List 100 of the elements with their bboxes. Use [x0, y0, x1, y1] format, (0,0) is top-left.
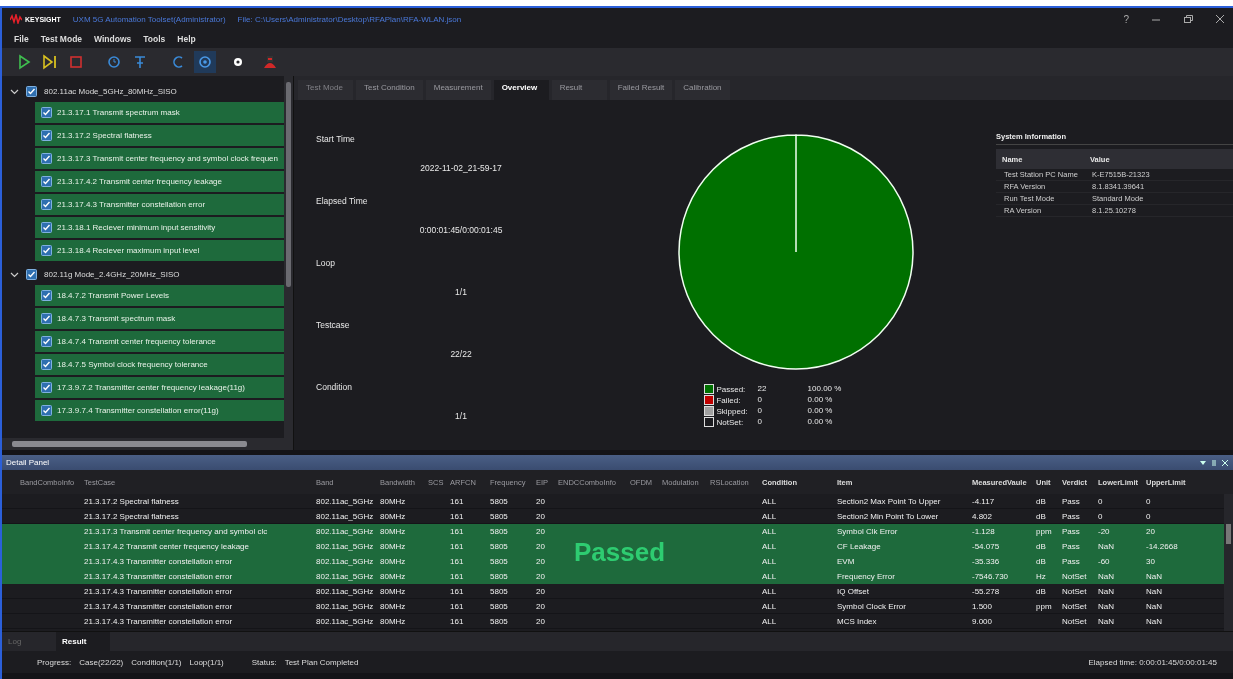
table-cell-text: 80MHz — [380, 601, 407, 611]
tree-item[interactable]: 21.3.17.4.2 Transmit center frequency leakage — [35, 171, 284, 192]
table-cell-text: 80MHz — [380, 556, 407, 566]
table-cell-text: 161 — [450, 511, 465, 521]
legend-count: 0 — [757, 417, 764, 427]
legend-percent: 0.00 % — [807, 417, 834, 427]
checkbox-icon[interactable] — [41, 382, 52, 393]
table-cell-text: 802.11ac_5GHz — [316, 556, 375, 566]
scrollbar[interactable] — [1224, 494, 1233, 631]
scrollbar[interactable] — [2, 438, 293, 450]
table-cell-text: NaN — [1098, 541, 1115, 551]
table-cell-text: ALL — [762, 571, 778, 581]
table-cell-text: dB — [1036, 586, 1047, 596]
dropdown-icon[interactable] — [1199, 458, 1207, 467]
close-icon[interactable] — [1215, 14, 1225, 24]
table-cell-text: NaN — [1146, 616, 1163, 626]
help-button[interactable]: ? — [1123, 13, 1129, 25]
tab[interactable]: Result — [551, 80, 607, 100]
table-cell-text: 20 — [1146, 526, 1156, 536]
checkbox-icon[interactable] — [41, 245, 52, 256]
checkbox-icon[interactable] — [41, 336, 52, 347]
tab[interactable]: Test Condition — [356, 80, 423, 100]
checkbox-icon[interactable] — [41, 153, 52, 164]
table-cell-text: ALL — [762, 601, 778, 611]
table-cell-text: 21.3.17.4.3 Transmitter constellation error — [84, 556, 234, 566]
table-row[interactable]: 21.3.17.4.3 Transmitter constellation error 802.11ac_5GHz 80MHz 161 5805 20 ALL IQ Offset -55.278 dB NotSet NaN NaN — [2, 584, 1224, 599]
table-cell-text: NaN — [1098, 571, 1115, 581]
tab[interactable]: Overview — [493, 80, 549, 100]
tree-item[interactable]: 18.4.7.5 Symbol clock frequency tolerance — [35, 354, 284, 375]
table-cell-text: 20 — [536, 616, 546, 626]
checkbox-icon[interactable] — [41, 359, 52, 370]
tree-item[interactable]: 17.3.9.7.4 Transmitter constellation error(11g) — [35, 400, 284, 421]
table-cell-text: NotSet — [1062, 586, 1088, 596]
checkbox-icon[interactable] — [41, 176, 52, 187]
status-text: Condition(1/1) — [131, 657, 182, 667]
table-cell-text: 80MHz — [380, 571, 407, 581]
table-cell-text: Section2 Min Point To Lower — [837, 511, 940, 521]
legend-label: NotSet: — [716, 417, 744, 427]
tree-item[interactable]: 21.3.17.3 Transmit center frequency and symbol clock frequen — [35, 148, 284, 169]
table-row[interactable]: 21.3.17.4.3 Transmitter constellation error 802.11ac_5GHz 80MHz 161 5805 20 ALL MCS Index 9.000 NotSet NaN NaN — [2, 614, 1224, 629]
menu-item[interactable]: Tools — [143, 34, 166, 44]
checkbox-icon[interactable] — [41, 405, 52, 416]
table-cell-text: 21.3.17.2 Spectral flatness — [84, 511, 180, 521]
tab[interactable]: Failed Result — [609, 80, 673, 100]
table-cell-text: -20 — [1098, 526, 1111, 536]
checkbox-icon[interactable] — [26, 268, 37, 280]
menu-item[interactable]: Windows — [94, 34, 132, 44]
table-cell-text: 161 — [450, 556, 465, 566]
tree-group-label[interactable]: 802.11g Mode_2.4GHz_20MHz_SISO — [44, 269, 180, 279]
field-value: 0:00:01:45/0:00:01:45 — [419, 225, 503, 235]
table-cell-text: 80MHz — [380, 496, 407, 506]
tab[interactable]: Measurement — [425, 80, 491, 100]
checkbox-icon[interactable] — [41, 107, 52, 118]
tree-item[interactable]: 21.3.18.4 Reciever maximum input level — [35, 240, 284, 261]
at-icon[interactable] — [194, 51, 216, 73]
table-cell-text: 20 — [536, 496, 546, 506]
tab[interactable]: Calibration — [675, 80, 731, 100]
checkbox-icon[interactable] — [41, 222, 52, 233]
tab[interactable]: Result — [56, 632, 110, 651]
checkbox-icon[interactable] — [41, 313, 52, 324]
checkbox-icon[interactable] — [41, 199, 52, 210]
table-row[interactable]: 21.3.17.4.3 Transmitter constellation error 802.11ac_5GHz 80MHz 161 5805 20 ALL Frequency Error -7546.730 Hz NotSet NaN NaN — [2, 569, 1224, 584]
table-row[interactable]: 21.3.17.4.3 Transmitter constellation error 802.11ac_5GHz 80MHz 161 5805 20 ALL Symbol Clock Error 1.500 ppm NotSet NaN NaN — [2, 599, 1224, 614]
table-cell-text: 161 — [450, 541, 465, 551]
table-cell-text: 161 — [450, 526, 465, 536]
table-cell-text: ppm — [1036, 526, 1053, 536]
table-cell-text: 80MHz — [380, 541, 407, 551]
table-cell-text: 5805 — [490, 526, 509, 536]
tree-item[interactable]: 18.4.7.4 Transmit center frequency tolerance — [35, 331, 284, 352]
tree-item[interactable]: 21.3.18.1 Reciever minimum input sensitivity — [35, 217, 284, 238]
tree-item[interactable]: 17.3.9.7.2 Transmitter center frequency leakage(11g) — [35, 377, 284, 398]
table-row[interactable]: 21.3.17.3 Transmit center frequency and symbol clc 802.11ac_5GHz 80MHz 161 5805 20 ALL Symbol Clk Error -1.128 ppm Pass -20 20 — [2, 524, 1224, 539]
tree-item[interactable]: 18.4.7.3 Transmit spectrum mask — [35, 308, 284, 329]
menu-item[interactable]: Test Mode — [40, 34, 83, 44]
tree-item[interactable]: 21.3.17.2 Spectral flatness — [35, 125, 284, 146]
table-cell-text: 80MHz — [380, 616, 407, 626]
table-row[interactable]: 21.3.17.2 Spectral flatness 802.11ac_5GHz 80MHz 161 5805 20 ALL Section2 Max Point To Upper -4.117 dB Pass 0 0 — [2, 494, 1224, 509]
checkbox-icon[interactable] — [41, 290, 52, 301]
table-cell-text: -4.117 — [972, 496, 996, 506]
checkbox-icon[interactable] — [26, 85, 37, 97]
table-cell-text: 4.802 — [972, 511, 994, 521]
table-cell-text: NaN — [1098, 601, 1115, 611]
table-cell-text: 21.3.17.2 Spectral flatness — [84, 496, 180, 506]
tree-group-label[interactable]: 802.11ac Mode_5GHz_80MHz_SISO — [44, 86, 177, 96]
tree-item[interactable]: 21.3.17.4.3 Transmitter constellation error — [35, 194, 284, 215]
restore-icon[interactable] — [1183, 14, 1193, 24]
menu-item[interactable]: File — [14, 34, 29, 44]
table-cell-text: 80MHz — [380, 526, 407, 536]
table-cell-text: 0 — [1098, 511, 1104, 521]
tree-item[interactable]: 18.4.7.2 Transmit Power Levels — [35, 285, 284, 306]
menu-item[interactable]: Help — [177, 34, 196, 44]
table-cell-text: Pass — [1062, 556, 1081, 566]
checkbox-icon[interactable] — [41, 130, 52, 141]
pin-icon[interactable] — [1210, 458, 1218, 467]
table-cell-text: 161 — [450, 586, 465, 596]
field-label: Testcase — [316, 320, 350, 330]
legend-count: 0 — [757, 406, 764, 416]
legend-percent: 0.00 % — [807, 406, 834, 416]
tree-item[interactable]: 21.3.17.1 Transmit spectrum mask — [35, 102, 284, 123]
table-cell-text: 161 — [450, 616, 465, 626]
